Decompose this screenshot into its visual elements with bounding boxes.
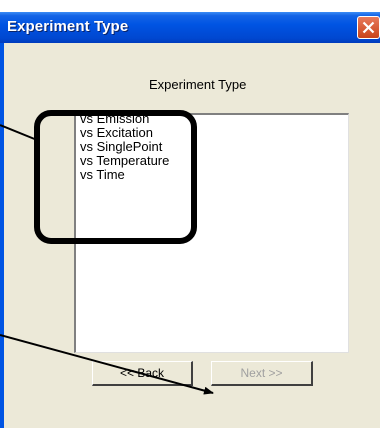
pointer-arrow [0,334,214,395]
annotation-overlay [0,110,214,395]
callout-line [0,124,38,141]
highlight-box [34,110,197,244]
